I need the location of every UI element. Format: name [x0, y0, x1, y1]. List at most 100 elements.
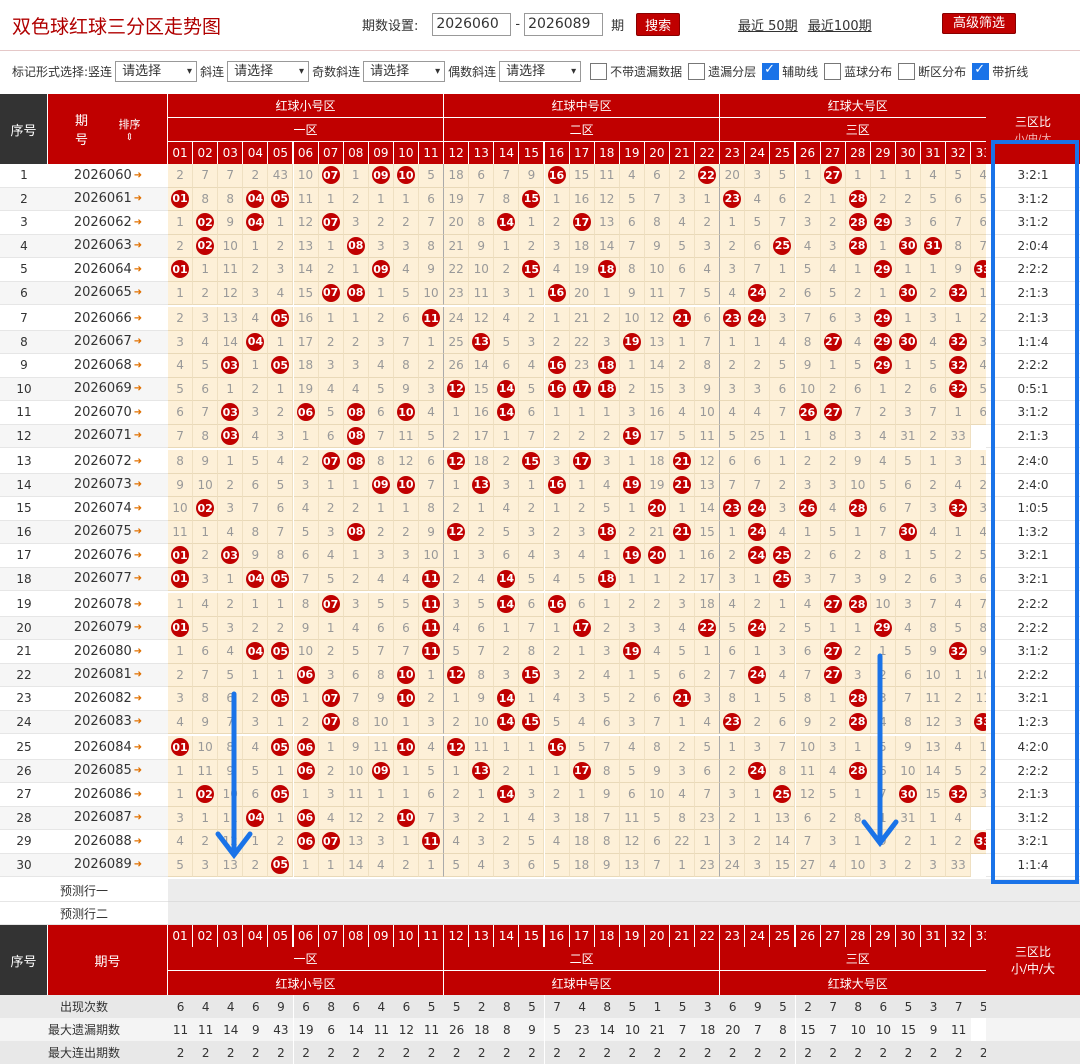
predict-row-cells[interactable]	[168, 902, 997, 925]
trend-cell: 2	[644, 593, 670, 617]
trend-cell: 13	[293, 234, 319, 258]
trend-cell: 04	[243, 330, 269, 354]
trend-cell: 11	[393, 424, 419, 448]
trend-cell: 3	[193, 567, 219, 591]
option-checkbox[interactable]	[688, 62, 706, 80]
trend-cell: 6	[193, 640, 219, 664]
stat-value: 11	[368, 1018, 394, 1041]
drawn-ball: 05	[271, 309, 290, 328]
column-header-ratio: 三区比 小/中/大	[986, 94, 1080, 164]
trend-cell: 4	[720, 401, 746, 425]
number-header: 11	[419, 142, 445, 164]
trend-cell: 5	[870, 473, 896, 497]
trend-cell: 11	[419, 593, 445, 617]
trend-cell: 1	[343, 164, 369, 188]
option-checkbox[interactable]	[898, 62, 916, 80]
trend-cell: 2	[419, 354, 445, 378]
drawn-ball: 15	[522, 260, 541, 279]
trend-cell: 6	[419, 187, 445, 211]
recent-50-link[interactable]: 最近 50期	[738, 19, 798, 34]
filter-select[interactable]: 请选择 ▾	[499, 60, 582, 82]
trend-cell: 8	[193, 424, 219, 448]
option-checkbox[interactable]	[972, 62, 990, 80]
stat-value: 11	[168, 1018, 194, 1041]
trend-cell: 2	[243, 258, 269, 282]
row-seq: 30	[0, 853, 48, 877]
drawn-ball: 10	[396, 403, 415, 422]
trend-cell: 02	[193, 234, 219, 258]
drawn-ball: 28	[848, 499, 867, 518]
stat-value: 7	[670, 1018, 696, 1041]
trend-cell: 11	[594, 164, 620, 188]
trend-cell: 28	[845, 211, 871, 235]
row-seq: 20	[0, 616, 48, 640]
trend-cell: 4	[544, 687, 570, 711]
stat-value: 2	[946, 1041, 972, 1064]
drawn-ball: 27	[823, 403, 842, 422]
trend-cell: 1	[519, 281, 545, 305]
period-from-input[interactable]: 2026060	[432, 13, 512, 36]
period-to-input[interactable]: 2026089	[524, 13, 604, 36]
trend-cell: 02	[193, 211, 219, 235]
trend-cell: 26	[795, 497, 821, 521]
trend-cell: 1	[168, 640, 194, 664]
trend-cell: 1	[168, 593, 194, 617]
trend-cell: 18	[293, 354, 319, 378]
search-button[interactable]: 搜索	[636, 13, 681, 36]
trend-cell: 5	[946, 164, 972, 188]
trend-cell: 4	[444, 830, 470, 854]
trend-cell: 3	[670, 187, 696, 211]
trend-cell: 19	[644, 473, 670, 497]
filter-select[interactable]: 请选择 ▾	[363, 60, 446, 82]
trend-cell: 3	[268, 424, 294, 448]
recent-100-link[interactable]: 最近100期	[808, 19, 872, 34]
option-checkbox[interactable]	[762, 62, 780, 80]
stat-value: 2	[720, 1041, 746, 1064]
option-checkbox[interactable]	[590, 62, 608, 80]
trend-cell: 3	[895, 211, 921, 235]
trend-cell: 1	[393, 759, 419, 783]
drawn-ball: 11	[422, 642, 441, 661]
trend-cell: 7	[419, 473, 445, 497]
row-issue: 2026087 ➜	[48, 806, 168, 830]
trend-cell: 8	[168, 450, 194, 474]
row-seq: 22	[0, 663, 48, 687]
drawn-ball: 28	[848, 213, 867, 232]
trend-cell: 3	[393, 544, 419, 568]
trend-cell: 06	[293, 806, 319, 830]
trend-cell: 15	[519, 663, 545, 687]
sort-toggle[interactable]: 排序 ⇕	[119, 116, 141, 143]
trend-cell: 2	[895, 187, 921, 211]
trend-cell: 11	[419, 830, 445, 854]
stat-value: 3	[695, 995, 721, 1018]
trend-cell: 6	[870, 497, 896, 521]
filter-select[interactable]: 请选择 ▾	[227, 60, 310, 82]
trend-cell: 4	[368, 354, 394, 378]
drawn-ball: 25	[773, 569, 792, 588]
filter-select[interactable]: 请选择 ▾	[115, 60, 198, 82]
arrow-right-icon: ➜	[133, 788, 143, 800]
trend-cell: 3	[343, 211, 369, 235]
drawn-ball: 16	[547, 475, 566, 494]
drawn-ball: 28	[848, 689, 867, 708]
quick-links: 最近 50期 最近100期	[738, 15, 878, 34]
trend-cell: 6	[619, 783, 645, 807]
trend-cell: 8	[268, 544, 294, 568]
trend-cell: 7	[895, 497, 921, 521]
trend-cell: 1	[469, 783, 495, 807]
drawn-ball: 21	[673, 309, 692, 328]
trend-cell: 6	[820, 307, 846, 331]
trend-cell: 2	[745, 593, 771, 617]
arrow-right-icon: ➜	[133, 312, 143, 324]
issue-number: 2026080	[73, 643, 132, 659]
predict-row-cells[interactable]	[168, 879, 997, 902]
trend-cell: 1	[695, 187, 721, 211]
trend-cell: 30	[895, 783, 921, 807]
trend-cell: 6	[770, 377, 796, 401]
option-checkbox[interactable]	[824, 62, 842, 80]
drawn-ball: 11	[422, 595, 441, 614]
trend-cell: 32	[946, 497, 972, 521]
advanced-filter-button[interactable]: 高级筛选	[942, 13, 1017, 34]
trend-cell: 3	[519, 520, 545, 544]
trend-cell: 18	[469, 450, 495, 474]
